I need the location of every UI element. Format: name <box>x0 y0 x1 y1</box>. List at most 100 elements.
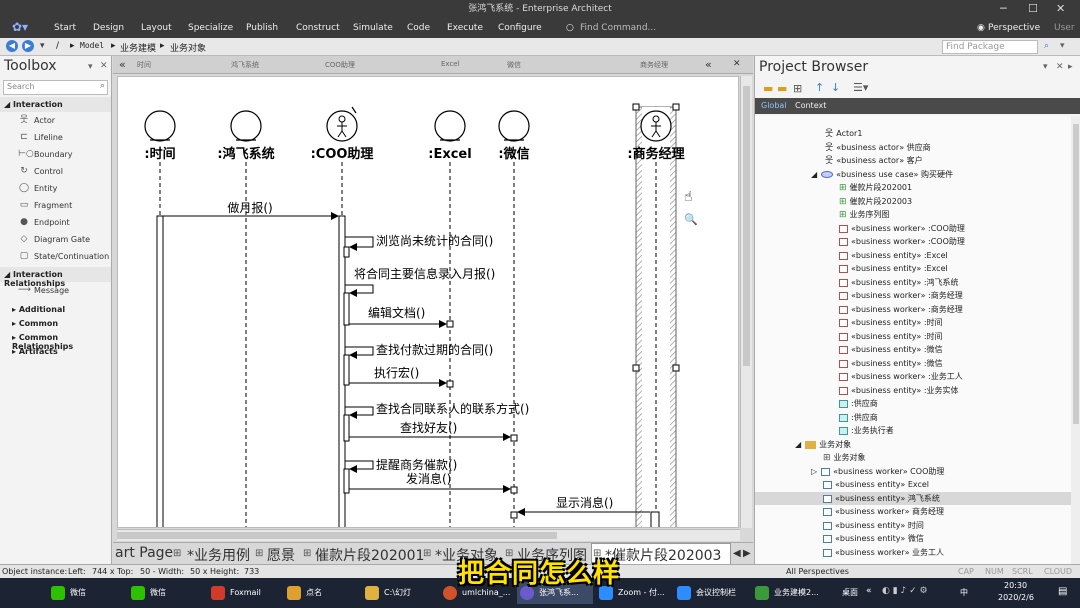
menu-layout[interactable]: Layout <box>141 23 172 33</box>
taskbar-business-modeling[interactable]: 业务建模2... <box>752 582 819 604</box>
message-run-macro[interactable]: 执行宏() <box>349 365 447 387</box>
menu-design[interactable]: Design <box>93 23 124 33</box>
close-button[interactable]: ✕ <box>1056 0 1065 18</box>
tree-item[interactable]: «business entity» :时间 <box>839 330 943 343</box>
scroll-thumb[interactable] <box>1073 124 1079 424</box>
tab-global[interactable]: Global <box>761 101 787 110</box>
tree-item[interactable]: ⊞ 催款片段202001 <box>839 181 912 194</box>
taskbar-wechat-1[interactable]: 微信 <box>48 582 86 604</box>
menu-execute[interactable]: Execute <box>447 23 483 33</box>
message-monthly-report[interactable]: 做月报() <box>163 200 339 220</box>
tree-item[interactable]: :供应商 <box>839 411 878 424</box>
menu-configure[interactable]: Configure <box>498 23 542 33</box>
tree-item[interactable]: ◢ 业务对象 <box>795 438 851 451</box>
close-icon[interactable]: ✕ <box>100 61 108 71</box>
tab-vision[interactable]: 愿景 <box>267 545 295 565</box>
toolbox-search-field[interactable]: Search ⌕ <box>3 80 108 95</box>
tree-item[interactable]: «business entity» 时间 <box>823 519 924 532</box>
expand-icon[interactable]: ◢ <box>795 440 801 449</box>
tree-item[interactable]: «business entity» :Excel <box>839 262 948 275</box>
taskbar-time[interactable]: 20:30 <box>1004 581 1027 590</box>
tree-item[interactable]: «business worker» :商务经理 <box>839 303 963 316</box>
tab-business-use-case[interactable]: *业务用例 <box>187 545 250 565</box>
menu-simulate[interactable]: Simulate <box>353 23 393 33</box>
expand-icon[interactable]: ▷ <box>811 467 817 476</box>
tree-item[interactable]: :供应商 <box>839 397 878 410</box>
tree-scrollbar[interactable] <box>1071 116 1080 564</box>
chevron-down-icon[interactable]: ▾ <box>1060 41 1065 51</box>
tree-item[interactable]: ⊞ 业务对象 <box>823 451 866 464</box>
tree-item[interactable]: «business entity» :微信 <box>839 357 943 370</box>
resize-handle[interactable] <box>672 103 680 111</box>
tab-scroll-left-icon[interactable]: ◀ <box>733 548 741 559</box>
section-common[interactable]: ▸ Common <box>0 317 111 331</box>
sequence-diagram-canvas[interactable]: :时间 :鸿飞系统 :COO助理 :Excel:微信:商务经理 做月报() … <box>117 76 739 528</box>
tree-item[interactable]: «business worker» :COO助理 <box>839 235 965 248</box>
message-enter-report[interactable]: 将合同主要信息录入月报() <box>345 266 495 297</box>
toolbox-item-state-continuation[interactable]: ▢ State/Continuation <box>0 248 111 265</box>
tree-item[interactable]: «business worker» :COO助理 <box>839 222 965 235</box>
app-logo-icon[interactable]: ✿▾ <box>12 20 28 34</box>
interaction-section-header[interactable]: ◢ Interaction <box>0 97 111 112</box>
forward-icon[interactable]: ▶ <box>22 40 34 52</box>
interaction-relationships-header[interactable]: ◢ Interaction Relationships <box>0 267 111 288</box>
tab-context[interactable]: Context <box>795 101 826 110</box>
tray-expand-icon[interactable]: « <box>866 586 872 596</box>
toolbox-item-diagram-gate[interactable]: ◇ Diagram Gate <box>0 231 111 248</box>
toolbox-item-boundary[interactable]: ⊢○ Boundary <box>0 146 111 163</box>
tree-item-selected[interactable]: «business entity» 鸿飞系统 <box>755 492 1080 505</box>
menu-publish[interactable]: Publish <box>246 23 278 33</box>
lifeline-wechat[interactable]: :微信 <box>498 110 530 528</box>
message-edit-document[interactable]: 编辑文档() <box>349 305 447 328</box>
resize-handle[interactable] <box>632 103 640 111</box>
resize-handle[interactable] <box>672 364 680 372</box>
scroll-thumb[interactable] <box>743 86 750 366</box>
tree-item[interactable]: 웃 «business actor» 客户 <box>825 154 923 167</box>
message-find-friend[interactable]: 查找好友() <box>349 421 511 441</box>
find-command-input[interactable]: Find Command... <box>580 23 656 33</box>
tree-item[interactable]: «business worker» 商务经理 <box>823 505 944 518</box>
new-diagram-icon[interactable]: ⊞ <box>793 82 802 95</box>
taskbar-foxmail[interactable]: Foxmail <box>208 582 261 604</box>
menu-icon[interactable]: ▸ <box>1068 62 1073 72</box>
move-up-icon[interactable]: ↑ <box>815 81 824 94</box>
toolbox-item-endpoint[interactable]: ● Endpoint <box>0 214 111 231</box>
vertical-scrollbar[interactable] <box>740 76 752 528</box>
tree-item[interactable]: «business entity» :鸿飞系统 <box>839 276 959 289</box>
breadcrumb-business-object[interactable]: 业务对象 <box>170 41 206 54</box>
pin-icon[interactable]: ▾ <box>88 62 93 72</box>
tree-item[interactable]: ◢ «business use case» 购买硬件 <box>811 168 953 181</box>
tray-icons[interactable]: ◐ ▮ ♪ ✓ ⚙ <box>882 586 928 596</box>
chevron-down-icon[interactable]: ▾ <box>40 41 45 51</box>
maximize-button[interactable]: ☐ <box>1028 0 1038 18</box>
section-common-relationships[interactable]: ▸ Common Relationships <box>0 331 111 351</box>
lifeline-hongfei-system[interactable]: :鸿飞系统 <box>217 110 275 528</box>
message-browse-contracts[interactable]: 浏览尚未统计的合同() <box>345 233 493 251</box>
tree-item[interactable]: «business entity» :时间 <box>839 316 943 329</box>
back-icon[interactable]: ◀ <box>6 40 18 52</box>
expand-icon[interactable]: ◢ <box>811 170 817 179</box>
message-find-contact[interactable]: 查找合同联系人的联系方式() <box>345 401 529 419</box>
folder-icon[interactable]: ▬ <box>763 82 773 95</box>
section-artifacts[interactable]: ▸ Artifacts <box>0 345 111 359</box>
minimize-button[interactable]: ─ <box>1000 0 1007 18</box>
tree-item[interactable]: ⊞ 催款片段202003 <box>839 195 912 208</box>
message-send[interactable]: 发消息() <box>349 471 511 493</box>
close-icon[interactable]: ✕ <box>1056 62 1064 72</box>
tab-scroll-right-icon[interactable]: ▶ <box>743 548 751 559</box>
collapse-right-icon[interactable]: « <box>705 58 712 71</box>
close-diagram-icon[interactable]: ✕ <box>733 59 741 69</box>
message-display[interactable]: 显示消息() <box>517 495 650 516</box>
toolbox-item-actor[interactable]: 웃 Actor <box>0 112 111 129</box>
user-menu[interactable]: User <box>1054 23 1075 33</box>
toolbox-item-control[interactable]: ↻ Control <box>0 163 111 180</box>
perspective-button[interactable]: Perspective <box>988 23 1040 33</box>
tree-item[interactable]: ⊞ 业务序列图 <box>839 208 890 221</box>
tree-item[interactable]: «business entity» :Excel <box>839 249 948 262</box>
move-down-icon[interactable]: ↓ <box>831 81 840 94</box>
toolbox-item-lifeline[interactable]: ⊏ Lifeline <box>0 129 111 146</box>
taskbar-roll-call[interactable]: 点名 <box>284 582 322 604</box>
tab-collection-202001[interactable]: 催款片段202001 <box>315 545 424 565</box>
find-package-input[interactable]: Find Package <box>942 40 1038 54</box>
toolbox-search-input[interactable]: Search <box>7 82 34 91</box>
